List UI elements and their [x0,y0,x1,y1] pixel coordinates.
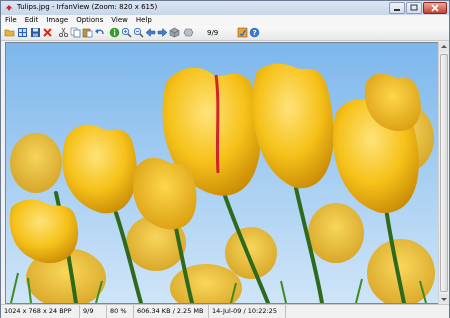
scroll-down-button[interactable] [439,294,449,304]
zoom-out-icon[interactable] [133,27,144,38]
irfanview-window: Tulips.jpg - IrfanView (Zoom: 820 x 615)… [0,0,450,318]
menu-options[interactable]: Options [72,15,107,26]
menu-help[interactable]: Help [132,15,156,26]
close-button[interactable] [423,2,447,14]
minimize-icon [394,9,400,11]
zoom-in-icon[interactable] [121,27,132,38]
menu-bar: File Edit Image Options View Help [1,15,449,26]
next-icon[interactable] [157,27,168,38]
options-icon[interactable] [183,27,194,38]
thumbnails-icon[interactable] [17,27,28,38]
paste-icon[interactable] [82,27,93,38]
window-controls [389,2,447,14]
title-bar[interactable]: Tulips.jpg - IrfanView (Zoom: 820 x 615) [1,1,449,16]
chevron-up-icon [441,45,447,48]
scroll-thumb[interactable] [440,54,448,292]
previous-icon[interactable] [145,27,156,38]
open-folder-icon[interactable] [4,27,15,38]
copy-icon[interactable] [70,27,81,38]
svg-text:?: ? [253,29,257,37]
status-zoom: 80 % [107,305,134,318]
cut-icon[interactable] [58,27,69,38]
save-icon[interactable] [30,27,41,38]
toolbar: 9/9 ? [1,26,449,41]
status-position: 9/9 [80,305,107,318]
close-icon [431,4,439,12]
undo-icon[interactable] [94,27,105,38]
minimize-button[interactable] [389,2,405,14]
irfanview-app-icon [5,5,13,11]
window-title: Tulips.jpg - IrfanView (Zoom: 820 x 615) [17,3,158,11]
help-icon[interactable]: ? [249,27,260,38]
info-icon[interactable] [109,27,120,38]
slideshow-icon[interactable] [169,27,180,38]
status-dimensions: 1024 x 768 x 24 BPP [1,305,80,318]
tulips-image [6,43,438,303]
chevron-down-icon [441,298,447,301]
status-size: 606.34 KB / 2.25 MB [134,305,209,318]
maximize-button[interactable] [406,2,422,14]
menu-file[interactable]: File [1,15,21,26]
delete-icon[interactable] [42,27,53,38]
image-viewport[interactable] [5,42,439,304]
maximize-icon [410,4,418,11]
page-indicator: 9/9 [207,29,219,37]
menu-view[interactable]: View [107,15,132,26]
scroll-up-button[interactable] [439,42,449,52]
vertical-scrollbar[interactable] [438,42,449,304]
edit-options-icon[interactable] [237,27,248,38]
menu-edit[interactable]: Edit [21,15,43,26]
menu-image[interactable]: Image [42,15,72,26]
status-date: 14-Jul-09 / 10:22:25 [209,305,286,318]
status-bar: 1024 x 768 x 24 BPP 9/9 80 % 606.34 KB /… [1,304,449,318]
